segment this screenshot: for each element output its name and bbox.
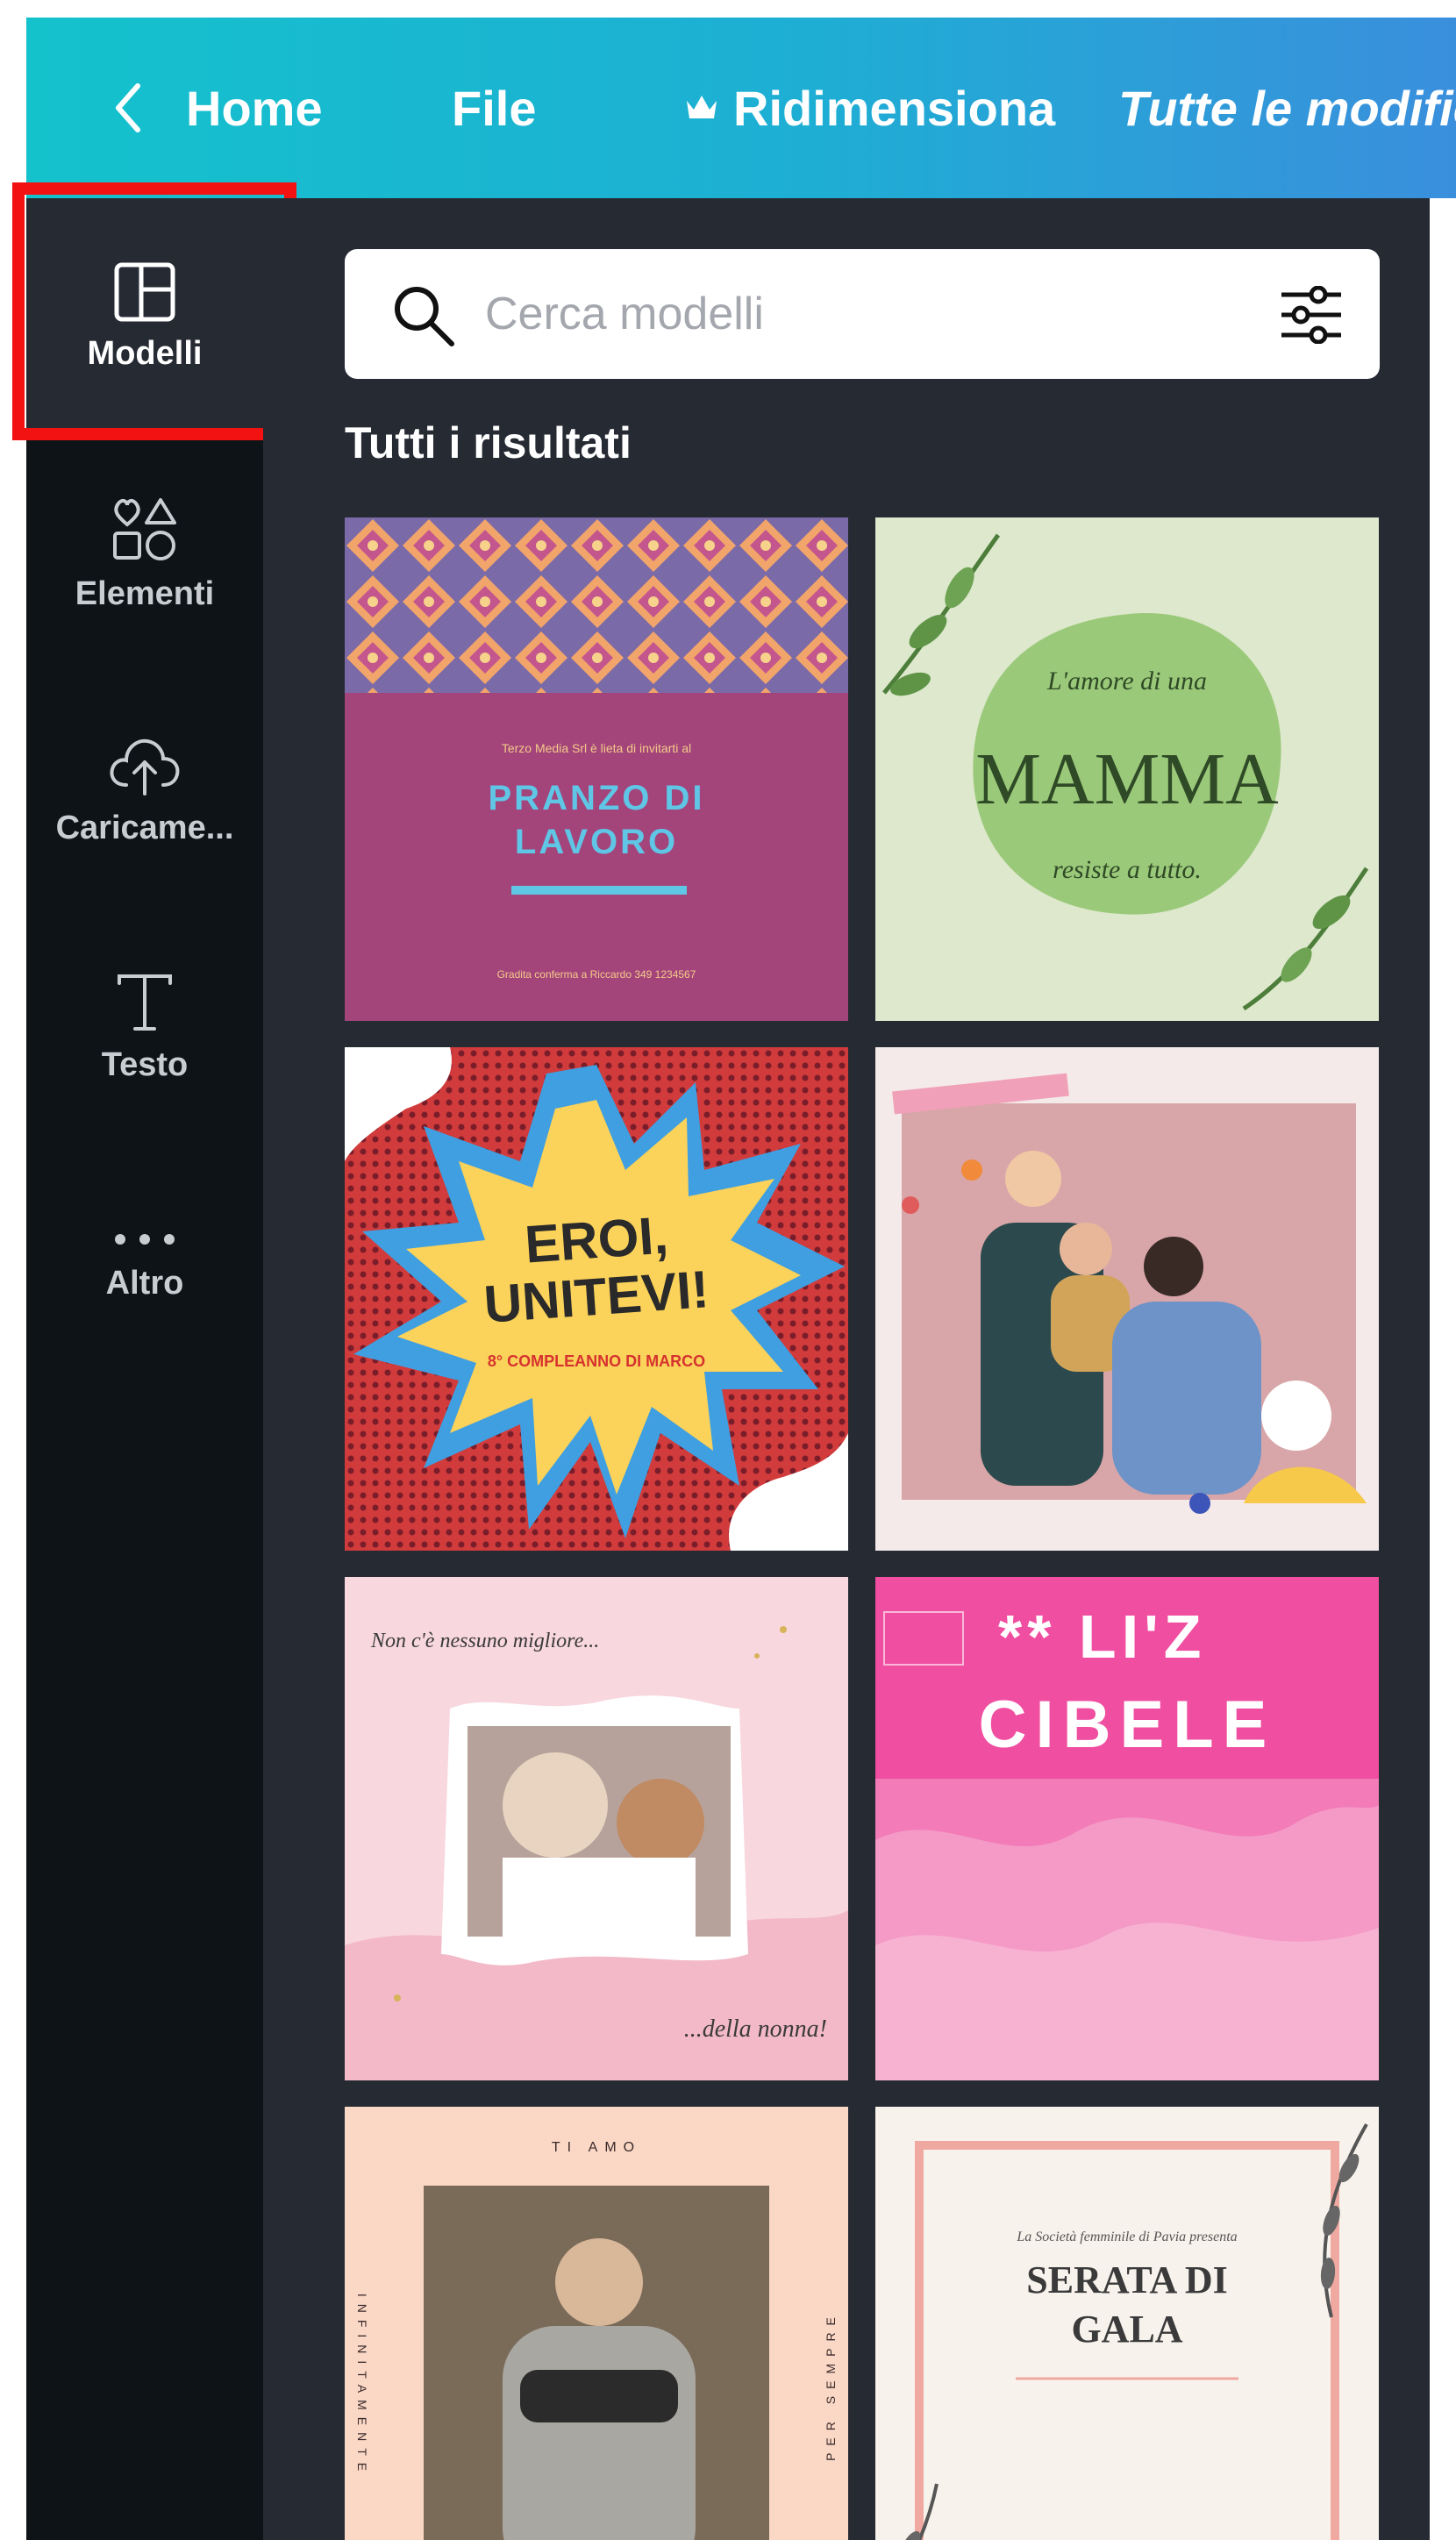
template-text: Gradita conferma a Riccardo 349 1234567	[496, 968, 696, 981]
save-status: Tutte le modifiche	[1118, 80, 1456, 136]
sidebar-item-elements[interactable]: Elementi	[26, 435, 263, 672]
template-text: PRANZO DI	[488, 779, 705, 817]
upload-icon	[110, 738, 180, 796]
results-heading: Tutti i risultati	[345, 418, 632, 467]
template-text: ** LI'Z	[998, 1602, 1207, 1671]
template-text: resiste a tutto.	[1053, 855, 1202, 884]
template-thumbnail	[875, 1047, 1379, 1551]
sidebar-item-label: Elementi	[75, 574, 215, 612]
sidebar-item-label: Caricame...	[55, 809, 234, 846]
search-input[interactable]	[485, 275, 1239, 353]
sidebar-item-uploads[interactable]: Caricame...	[26, 672, 263, 909]
sidebar-item-templates[interactable]: Modelli	[26, 198, 263, 435]
template-text: CIBELE	[978, 1687, 1276, 1762]
sidebar-item-label: Testo	[101, 1045, 189, 1083]
elements-icon	[113, 497, 176, 560]
template-card[interactable]: Terzo Media Srl è lieta di invitarti al …	[345, 517, 848, 1021]
templates-panel: Tutti i risultati Terzo Media Srl è liet…	[263, 198, 1430, 2540]
template-thumbnail	[345, 517, 848, 1021]
text-icon	[118, 974, 172, 1031]
template-text: SERATA DI	[1026, 2258, 1228, 2301]
template-text: 8° COMPLEANNO DI MARCO	[487, 1352, 706, 1370]
template-card[interactable]: L'amore di una MAMMA resiste a tutto.	[875, 517, 1379, 1021]
sidebar-item-label: Altro	[105, 1264, 184, 1302]
template-text: La Società femminile di Pavia presenta	[1017, 2230, 1238, 2244]
template-text: ...della nonna!	[683, 2016, 827, 2043]
templates-icon	[114, 262, 175, 321]
sidebar-item-text[interactable]: Testo	[26, 909, 263, 1145]
sidebar-item-more[interactable]: Altro	[26, 1145, 263, 1382]
template-text: PER SEMPRE	[824, 2310, 838, 2461]
top-bar: Home File Ridimensiona Tutte le modifich…	[26, 18, 1456, 198]
template-text: LAVORO	[514, 823, 679, 861]
resize-button[interactable]: Ridimensiona	[684, 18, 1055, 198]
template-card[interactable]: EROI, UNITEVI! 8° COMPLEANNO DI MARCO	[345, 1047, 848, 1551]
crown-icon	[687, 96, 717, 118]
sidebar-item-label: Modelli	[87, 334, 203, 372]
home-button[interactable]: Home	[186, 18, 323, 198]
template-card[interactable]: TI AMO INFINITAMENTE PER SEMPRE	[345, 2107, 848, 2540]
resize-label: Ridimensiona	[733, 80, 1056, 136]
back-chevron-icon[interactable]	[102, 18, 154, 198]
template-thumbnail	[345, 2107, 848, 2540]
filter-icon[interactable]	[1278, 286, 1345, 344]
template-text: GALA	[1071, 2308, 1183, 2351]
search-icon	[395, 287, 454, 346]
template-card[interactable]: ** LI'Z CIBELE	[875, 1577, 1379, 2080]
file-menu-button[interactable]: File	[452, 18, 536, 198]
left-sidebar: Modelli Elementi Caricame... Testo Altro	[26, 198, 263, 2540]
template-text: MAMMA	[975, 738, 1279, 820]
template-text: Non c'è nessuno migliore...	[371, 1630, 600, 1652]
template-card[interactable]: Non c'è nessuno migliore... ...della non…	[345, 1577, 848, 2080]
template-text: Terzo Media Srl è lieta di invitarti al	[501, 741, 692, 755]
search-bar	[345, 249, 1380, 379]
template-card[interactable]	[875, 1047, 1379, 1551]
template-text: INFINITAMENTE	[355, 2293, 369, 2479]
more-icon	[115, 1233, 175, 1245]
template-card[interactable]: La Società femminile di Pavia presenta S…	[875, 2107, 1379, 2540]
template-text: TI AMO	[551, 2140, 642, 2155]
template-text: L'amore di una	[1047, 667, 1207, 696]
